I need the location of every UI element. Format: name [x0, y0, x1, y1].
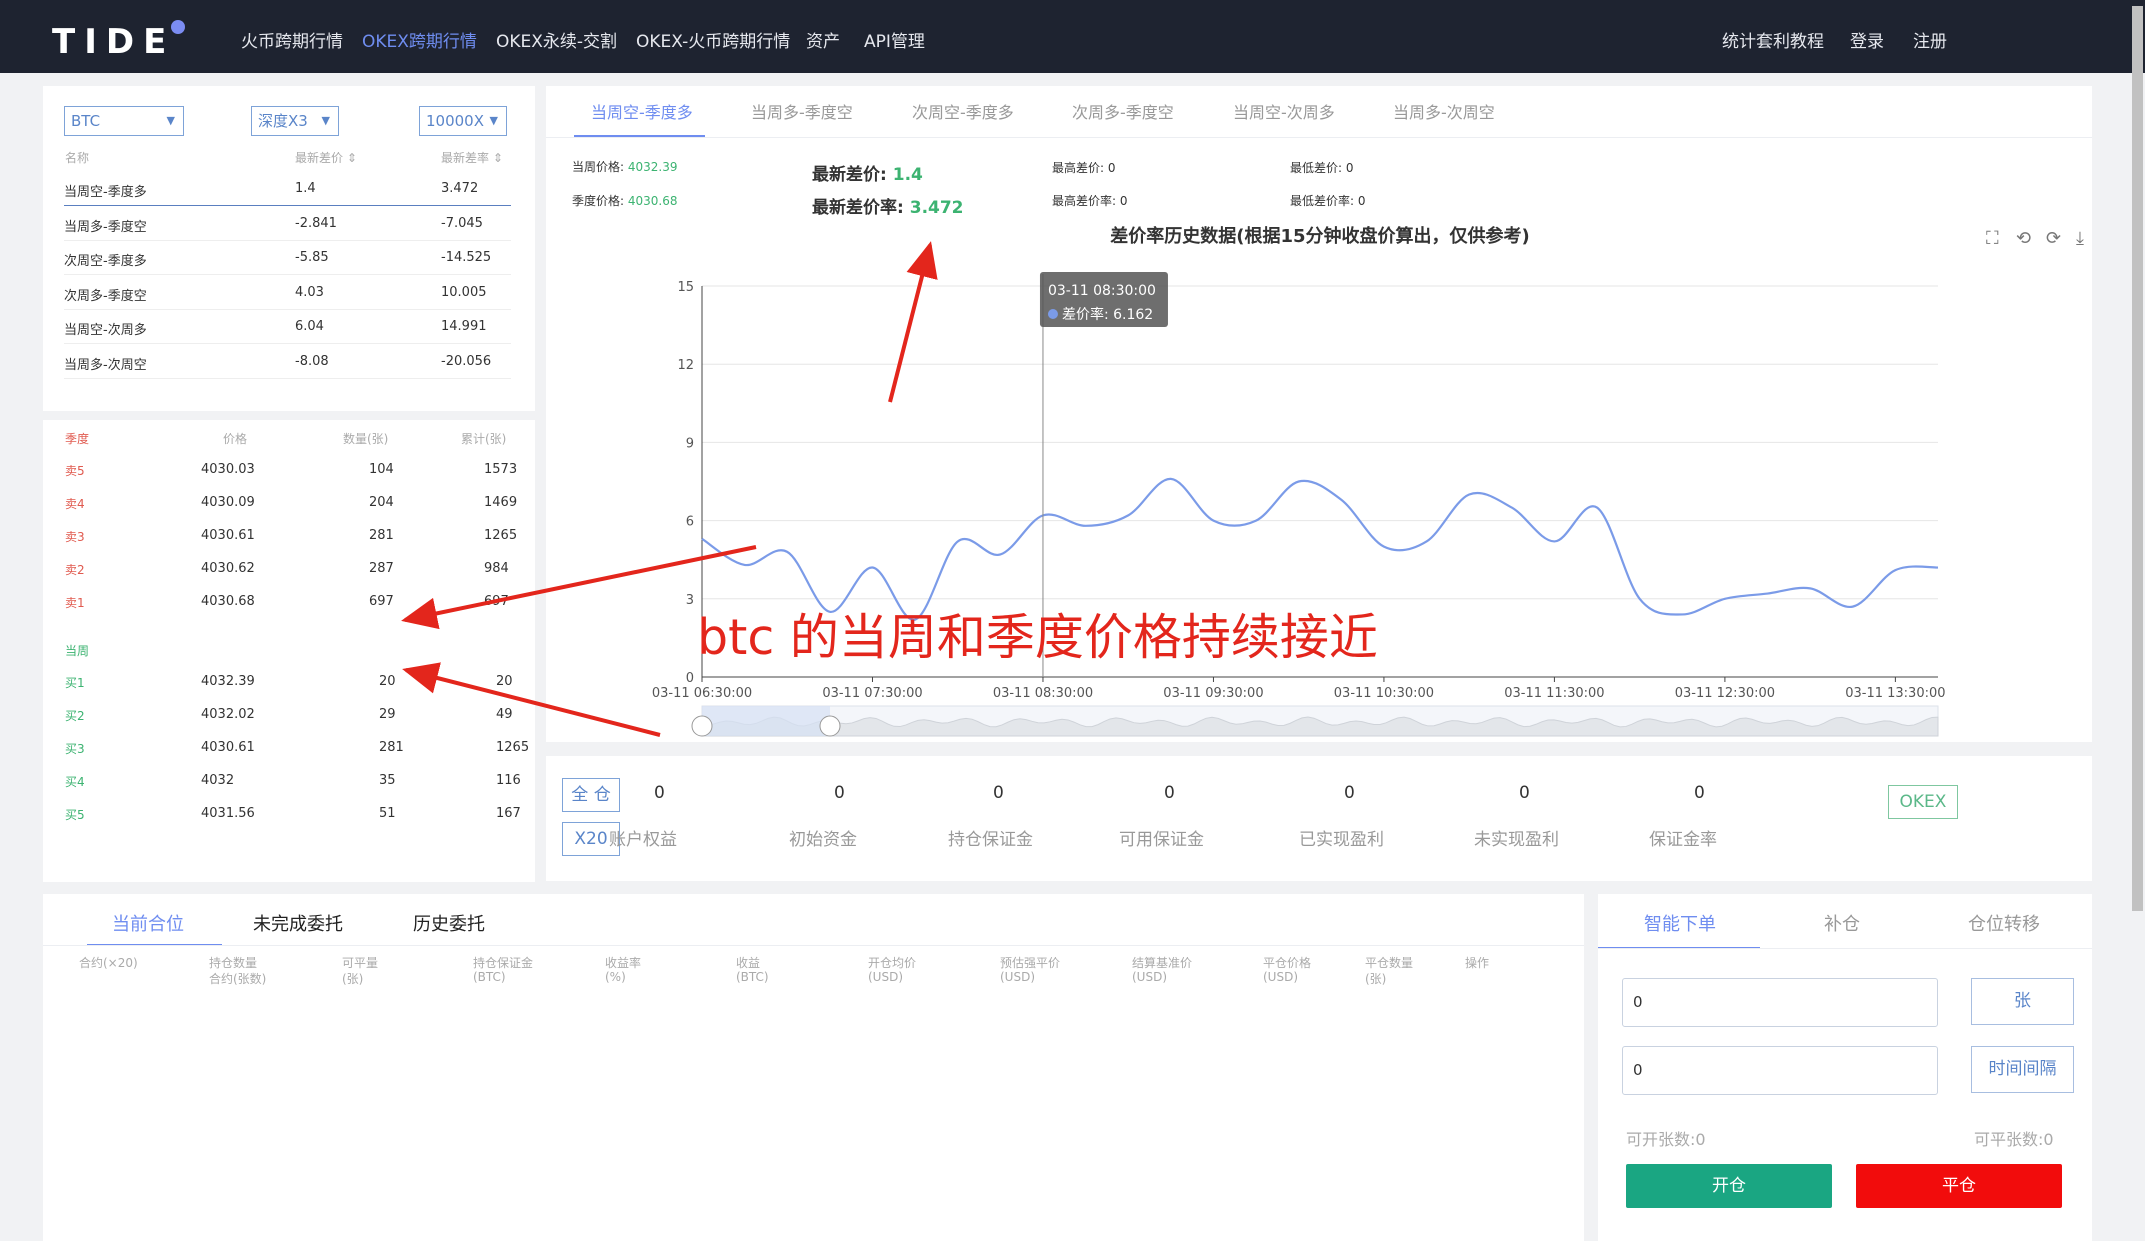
arrow-to-bid1 — [402, 662, 661, 737]
annotation-text: btc 的当周和季度价格持续接近 — [697, 609, 1378, 666]
arrow-to-latest-rate — [888, 241, 938, 403]
